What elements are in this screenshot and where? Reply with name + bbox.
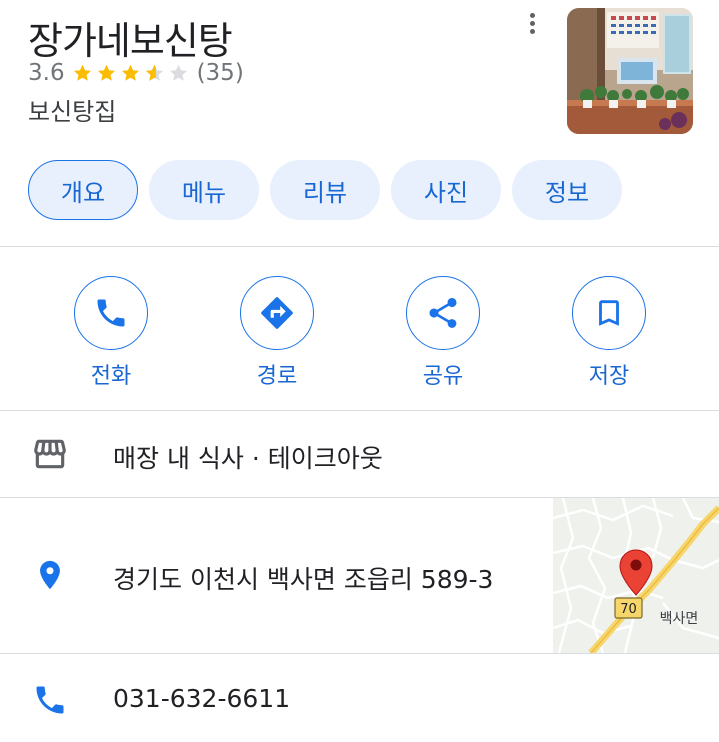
tab-info[interactable]: 정보 [512, 160, 622, 220]
star-half-icon [144, 62, 165, 84]
route-number-label: 70 [620, 602, 637, 617]
phone-icon [97, 299, 125, 327]
divider [0, 246, 719, 247]
tab-overview[interactable]: 개요 [28, 160, 138, 220]
map-thumbnail[interactable]: 70 백사면 [553, 498, 719, 653]
review-count: (35) [196, 60, 244, 86]
storefront-icon [30, 434, 70, 474]
bookmark-icon [599, 300, 619, 326]
phone-number-text: 031-632-6611 [113, 684, 291, 713]
place-photo-thumbnail[interactable] [567, 8, 693, 134]
call-button[interactable] [74, 276, 148, 350]
star-empty-icon [168, 62, 189, 84]
place-category: 보신탕집 [28, 98, 117, 126]
save-action[interactable]: 저장 [559, 276, 659, 390]
share-label: 공유 [422, 364, 464, 389]
map-area-label: 백사면 [660, 611, 699, 627]
place-header: 장가네보신탕 3.6 (35) 보신탕집 [0, 0, 719, 150]
quick-actions: 전화 경로 공유 저장 [0, 248, 719, 410]
share-icon [429, 297, 457, 328]
phone-icon [30, 680, 70, 720]
service-options-row[interactable]: 매장 내 식사 · 테이크아웃 [0, 411, 719, 497]
directions-icon [261, 297, 293, 329]
star-icon [120, 62, 141, 84]
save-button[interactable] [572, 276, 646, 350]
directions-button[interactable] [240, 276, 314, 350]
place-tabs: 개요 메뉴 리뷰 사진 정보 [28, 160, 622, 220]
save-label: 저장 [588, 364, 630, 389]
share-action[interactable]: 공유 [393, 276, 493, 390]
star-icon [96, 62, 117, 84]
tab-reviews[interactable]: 리뷰 [270, 160, 380, 220]
service-options-text: 매장 내 식사 · 테이크아웃 [113, 444, 383, 473]
address-text: 경기도 이천시 백사면 조읍리 589-3 [113, 565, 494, 594]
call-label: 전화 [90, 364, 132, 389]
place-title: 장가네보신탕 [28, 19, 233, 63]
phone-row[interactable]: 031-632-6611 [0, 654, 719, 742]
more-options-icon[interactable] [520, 8, 544, 38]
star-icon [72, 62, 93, 84]
tab-menu[interactable]: 메뉴 [149, 160, 259, 220]
directions-action[interactable]: 경로 [227, 276, 327, 390]
rating-row[interactable]: 3.6 (35) [28, 58, 244, 88]
call-action[interactable]: 전화 [61, 276, 161, 390]
share-button[interactable] [406, 276, 480, 350]
directions-label: 경로 [256, 364, 298, 389]
rating-value: 3.6 [28, 60, 65, 86]
rating-stars [72, 62, 192, 84]
location-pin-icon [30, 555, 70, 595]
tab-photos[interactable]: 사진 [391, 160, 501, 220]
